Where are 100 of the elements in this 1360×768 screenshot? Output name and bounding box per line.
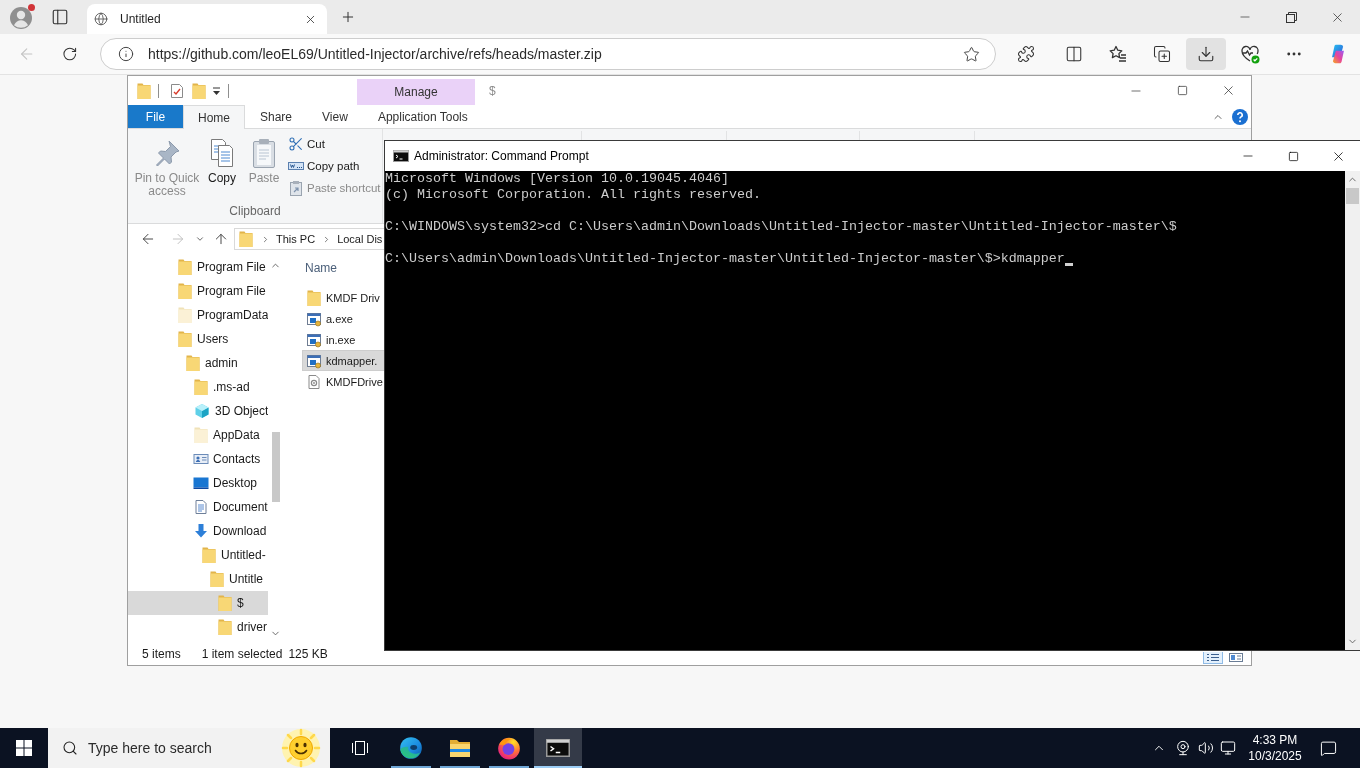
address-bar[interactable]: This PC Local Dis — [234, 228, 384, 250]
tree-item[interactable]: Untitled- — [128, 543, 268, 567]
help-icon[interactable] — [1232, 108, 1248, 125]
info-icon[interactable] — [118, 46, 134, 62]
tree-item[interactable]: Program File — [128, 255, 268, 279]
ribbon-button[interactable]: Copy — [202, 133, 242, 185]
scissors-icon — [288, 136, 304, 152]
webcam-icon[interactable] — [1175, 740, 1191, 756]
folder-icon — [193, 426, 209, 444]
restore-icon[interactable] — [1285, 11, 1297, 23]
file-item[interactable]: KMDFDrive — [302, 371, 384, 392]
tree-item[interactable]: Desktop — [128, 471, 268, 495]
tree-item[interactable]: Document — [128, 495, 268, 519]
settings-file-icon — [306, 373, 322, 390]
split-screen-icon[interactable] — [1065, 45, 1083, 63]
document-icon — [193, 499, 209, 515]
tree-item[interactable]: Untitle — [128, 567, 268, 591]
ribbon-button[interactable]: Cut — [287, 133, 382, 155]
breadcrumb-item[interactable]: Local Dis — [337, 233, 383, 245]
application-window-icon — [306, 331, 322, 348]
details-view-icon — [1206, 653, 1220, 662]
window-title: $ — [489, 83, 496, 98]
address-bar[interactable]: https://github.com/leoEL69/Untitled-Injector/archive/refs/heads/master.zip — [100, 38, 996, 70]
tree-item[interactable]: ProgramData — [128, 303, 268, 327]
scrollbar-thumb[interactable] — [271, 432, 280, 502]
folder-icon — [193, 378, 209, 396]
view-button[interactable] — [1226, 652, 1246, 664]
maximize-icon[interactable] — [1288, 150, 1299, 162]
star-icon[interactable] — [963, 45, 980, 63]
file-item[interactable]: a.exe — [302, 308, 384, 329]
down-arrow-icon — [193, 523, 209, 539]
scrollbar-thumb[interactable] — [1346, 188, 1359, 204]
plus-icon[interactable] — [340, 9, 356, 25]
file-item[interactable]: KMDF Driv — [302, 287, 384, 308]
desktop-icon — [193, 475, 209, 491]
ribbon-tab[interactable]: File — [128, 105, 183, 128]
monitor-icon[interactable] — [1220, 740, 1236, 756]
console-line: C:\Users\admin\Downloads\Untitled-Injector-master\Untitled-Injector-master\$>kdmapper — [385, 251, 1065, 267]
ribbon-tab[interactable]: Home — [183, 105, 245, 129]
heart-pulse-icon[interactable] — [1240, 44, 1260, 64]
folder-icon — [209, 570, 225, 588]
folder-icon — [217, 618, 233, 636]
tree-item[interactable]: AppData — [128, 423, 268, 447]
refresh-icon[interactable] — [62, 46, 78, 62]
ribbon-button[interactable]: Copy path — [287, 155, 382, 177]
tree-item[interactable]: Contacts — [128, 447, 268, 471]
breadcrumb-item[interactable]: This PC — [276, 233, 316, 245]
search-bar[interactable]: Type here to search — [48, 728, 330, 768]
status-text: 5 items — [142, 647, 181, 661]
browser-tab[interactable]: Untitled — [87, 4, 327, 34]
tree-item[interactable]: Users — [128, 327, 268, 351]
taskbar-app-button[interactable] — [534, 728, 582, 768]
task-view-icon[interactable] — [351, 740, 369, 756]
view-button[interactable] — [1203, 652, 1223, 664]
clock-time[interactable]: 4:33 PM — [1252, 732, 1298, 748]
dropdown-caret-icon[interactable] — [212, 85, 221, 96]
browser-logo-icon — [496, 735, 522, 761]
chevron-down-icon[interactable] — [195, 234, 205, 244]
tiles-view-icon — [1229, 653, 1243, 662]
favorites-icon[interactable] — [1108, 44, 1128, 64]
tree-item[interactable]: Download — [128, 519, 268, 543]
folder-icon — [185, 354, 201, 372]
tree-item[interactable]: $ — [128, 591, 268, 615]
speaker-icon[interactable] — [1198, 740, 1214, 756]
contact-card-icon — [193, 451, 209, 467]
terminal-icon — [393, 148, 409, 164]
search-input[interactable]: Type here to search — [88, 740, 272, 756]
tree-item[interactable]: driver — [128, 615, 268, 639]
folder-icon — [201, 546, 217, 564]
browser-logo-icon — [398, 735, 424, 761]
file-item[interactable]: kdmapper. — [302, 350, 384, 371]
windows-logo-icon[interactable] — [16, 740, 32, 756]
collections-icon[interactable] — [1153, 45, 1171, 63]
tree-item[interactable]: Program File — [128, 279, 268, 303]
downloads-button[interactable] — [1186, 38, 1226, 70]
chevron-right-icon[interactable] — [261, 234, 270, 244]
terminal-icon — [546, 736, 570, 760]
panel-icon[interactable] — [51, 8, 69, 26]
console-line: (c) Microsoft Corporation. All rights reserved. — [385, 187, 761, 203]
folder-icon — [217, 594, 233, 612]
status-text: 125 KB — [288, 647, 328, 661]
file-item[interactable]: in.exe — [302, 329, 384, 350]
download-icon — [1197, 45, 1215, 63]
notification-icon[interactable] — [1320, 739, 1337, 757]
folder-icon — [177, 330, 193, 348]
maximize-icon[interactable] — [1176, 85, 1188, 96]
column-header[interactable]: Name — [305, 256, 337, 280]
application-window-icon — [306, 352, 322, 369]
tree-item[interactable]: .ms-ad — [128, 375, 268, 399]
folder-icon — [177, 306, 193, 324]
folder-icon — [238, 230, 254, 248]
folder-icon — [306, 288, 322, 307]
tree-item[interactable]: 3D Object — [128, 399, 268, 423]
avatar-icon[interactable] — [9, 3, 37, 31]
contextual-tab-label: Manage — [357, 79, 475, 105]
document-check-icon[interactable] — [170, 82, 184, 99]
clock-date[interactable]: 10/3/2025 — [1248, 748, 1302, 764]
tree-item[interactable]: admin — [128, 351, 268, 375]
window-title: Administrator: Command Prompt — [414, 149, 589, 163]
puzzle-icon[interactable] — [1017, 45, 1035, 63]
